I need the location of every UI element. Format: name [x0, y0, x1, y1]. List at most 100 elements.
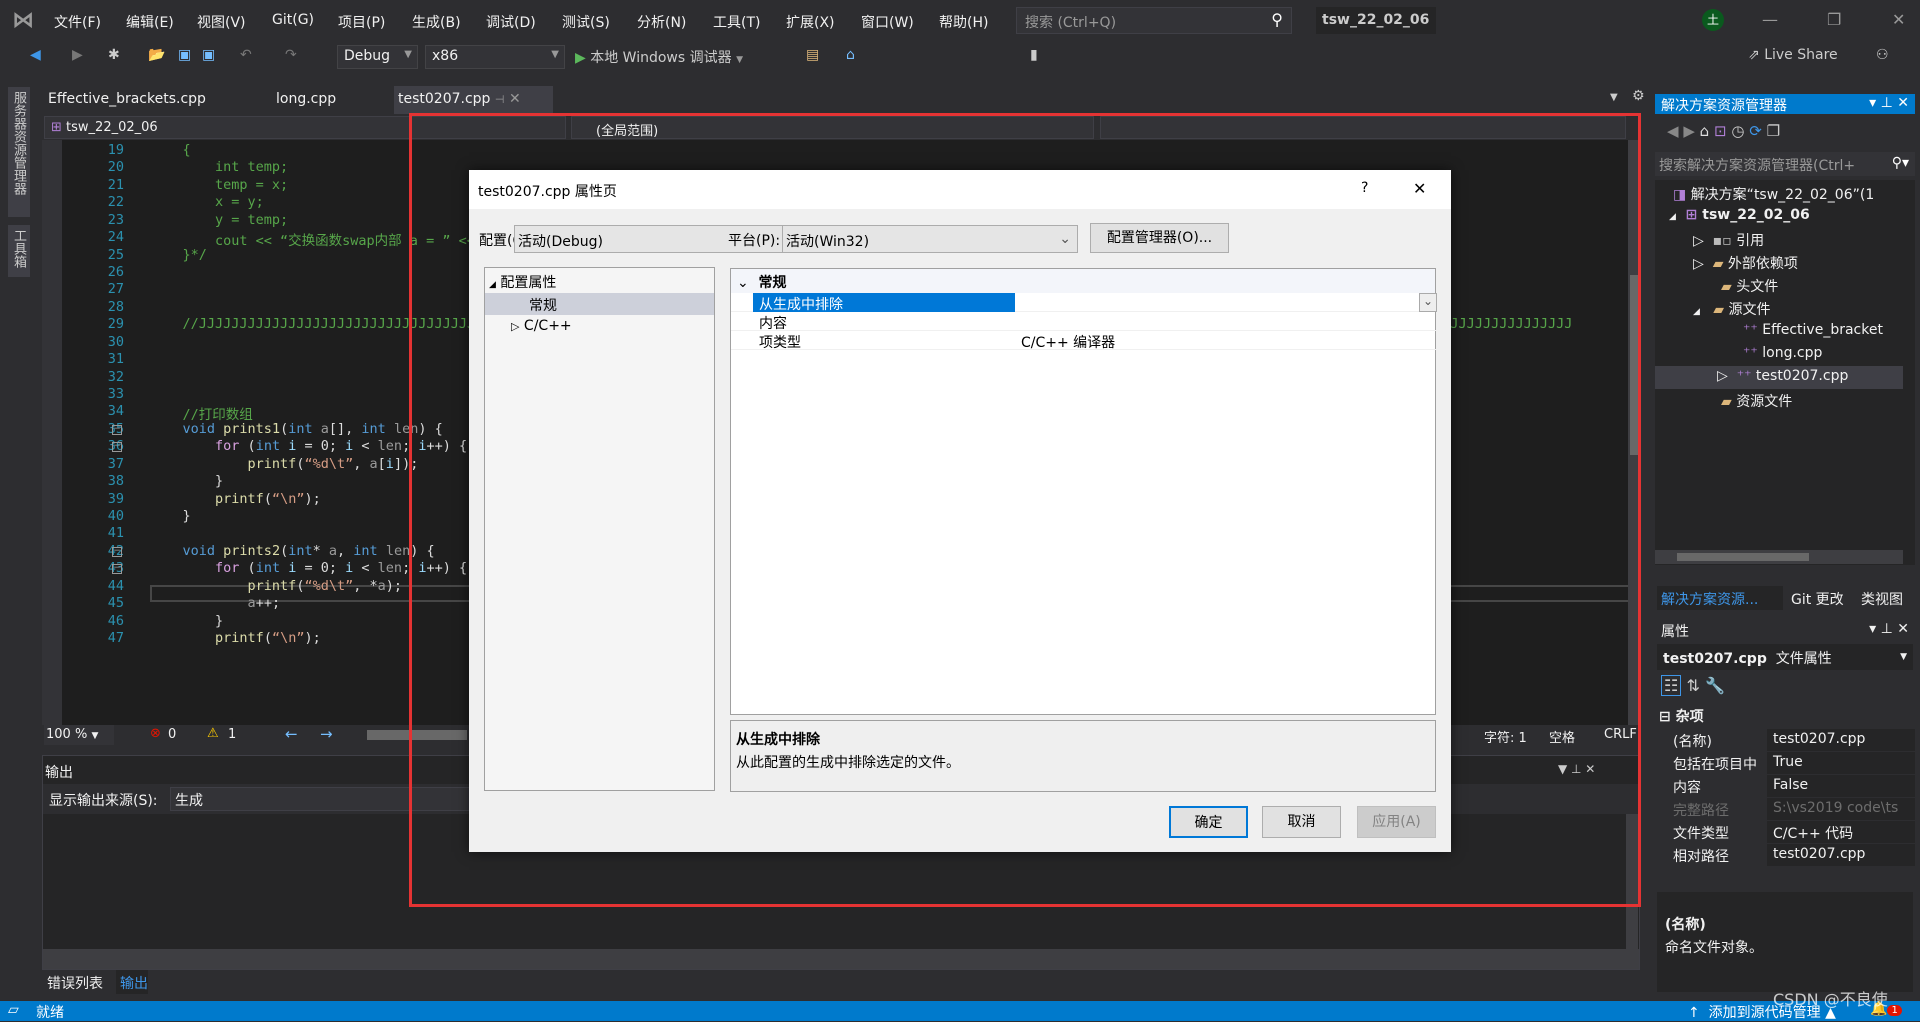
config-manager-button[interactable]: 配置管理器(O)... — [1090, 223, 1229, 253]
output-vertical-scrollbar[interactable] — [1626, 814, 1638, 949]
property-row[interactable]: 文件类型 C/C++ 代码 — [1669, 821, 1915, 844]
alphabetical-icon[interactable]: ⇅ — [1686, 676, 1699, 695]
menu-build[interactable]: 生成(B) — [412, 12, 461, 32]
tree-horizontal-scrollbar[interactable] — [1655, 550, 1903, 564]
dialog-close-icon[interactable]: ✕ — [1413, 179, 1426, 198]
fold-toggle-icon[interactable]: − — [112, 546, 122, 557]
tab-long[interactable]: long.cpp — [272, 86, 340, 114]
indent-mode[interactable]: 空格 — [1549, 727, 1575, 746]
minimize-icon[interactable]: — — [1762, 10, 1778, 29]
bookmark-icon[interactable]: ▮ — [1030, 47, 1038, 63]
arrow-left-icon[interactable]: ← — [285, 725, 298, 743]
close-tab-icon[interactable]: ✕ — [509, 91, 521, 107]
property-row[interactable]: (名称) test0207.cpp — [1669, 729, 1915, 752]
menu-tools[interactable]: 工具(T) — [713, 12, 760, 32]
tree-cpp[interactable]: ▷ C/C++ — [511, 318, 572, 334]
config-dropdown[interactable]: Debug ▼ — [337, 45, 418, 69]
tree-item-project[interactable]: ◢ ⊞ tsw_22_02_06 — [1669, 207, 1810, 223]
menu-extensions[interactable]: 扩展(X) — [786, 12, 835, 32]
solution-search-input[interactable]: 搜索解决方案资源管理器(Ctrl+ ⚲▾ — [1655, 152, 1915, 176]
tree-item-references[interactable]: ▷ ▪▫ 引用 — [1693, 230, 1764, 250]
search-input[interactable]: 搜索 (Ctrl+Q) ⚲ — [1016, 7, 1292, 34]
tree-item-resource-files[interactable]: ▰ 资源文件 — [1721, 391, 1792, 411]
tree-item-solution[interactable]: ◨ 解决方案“tsw_22_02_06”(1 — [1673, 184, 1874, 204]
grid-row[interactable]: 从生成中排除 ⌄ — [731, 293, 1437, 313]
tab-output[interactable]: 输出 — [116, 970, 148, 994]
tab-git-changes[interactable]: Git 更改 — [1791, 589, 1844, 609]
property-row[interactable]: 内容 False — [1669, 775, 1915, 798]
menu-file[interactable]: 文件(F) — [54, 12, 101, 32]
tree-item-external-deps[interactable]: ▷ ▰ 外部依赖项 — [1693, 253, 1798, 273]
redo-icon[interactable]: ↷ — [285, 47, 297, 63]
output-horizontal-scrollbar[interactable] — [43, 949, 1639, 969]
tab-error-list[interactable]: 错误列表 — [47, 973, 103, 993]
scope-dropdown[interactable]: (全局范围) — [571, 116, 1094, 139]
menu-help[interactable]: 帮助(H) — [939, 12, 988, 32]
tree-item-long[interactable]: ⁺⁺ long.cpp — [1743, 345, 1822, 361]
menu-analyze[interactable]: 分析(N) — [637, 12, 686, 32]
tree-item-test0207[interactable]: ▷ ⁺⁺ test0207.cpp — [1717, 368, 1848, 384]
grid-row[interactable]: 项类型 C/C++ 编译器 — [731, 331, 1437, 351]
fold-toggle-icon[interactable]: − — [112, 442, 122, 453]
save-all-icon[interactable]: ▣ — [202, 47, 215, 63]
error-count[interactable]: 0 — [168, 727, 176, 742]
help-button[interactable]: ? — [1361, 180, 1368, 196]
start-debug-button[interactable]: ▶ 本地 Windows 调试器 ▼ — [575, 47, 743, 67]
avatar[interactable]: 土 — [1702, 9, 1724, 31]
forward-icon[interactable]: ▶ — [1683, 122, 1695, 140]
dialog-platform-dropdown[interactable]: 活动(Win32) ⌄ — [782, 225, 1078, 253]
forward-icon[interactable]: ▶ — [72, 47, 83, 63]
panel-controls-icon[interactable]: ▾ ⊥ ✕ — [1869, 95, 1909, 111]
home-icon[interactable]: ⌂ — [846, 47, 855, 63]
menu-debug[interactable]: 调试(D) — [486, 12, 536, 32]
tab-test0207[interactable]: test0207.cpp ⊣ ✕ — [394, 86, 553, 114]
platform-dropdown[interactable]: x86 ▼ — [425, 45, 565, 69]
property-row[interactable]: 相对路径 test0207.cpp — [1669, 844, 1915, 867]
cancel-button[interactable]: 取消 — [1262, 806, 1341, 838]
warning-icon[interactable]: ⚠ — [207, 726, 219, 741]
menu-git[interactable]: Git(G) — [272, 12, 314, 28]
zoom-dropdown[interactable]: 100 % ▼ — [44, 725, 114, 745]
menu-window[interactable]: 窗口(W) — [861, 12, 914, 32]
menu-project[interactable]: 项目(P) — [338, 12, 385, 32]
undo-icon[interactable]: ↶ — [240, 47, 252, 63]
panel-menu-icon[interactable]: ▼ ⊥ ✕ — [1558, 762, 1595, 776]
tab-solution-explorer[interactable]: 解决方案资源... — [1657, 586, 1783, 610]
back-icon[interactable]: ◀ — [1667, 122, 1679, 140]
history-icon[interactable]: ◷ — [1731, 122, 1744, 140]
tab-list-icon[interactable]: ▼ — [1610, 92, 1618, 103]
property-row[interactable]: 完整路径 S:\vs2019 code\ts — [1669, 798, 1915, 821]
categorized-icon[interactable]: ☷ — [1661, 675, 1682, 696]
toolbox-tab[interactable]: 工具箱 — [8, 225, 30, 277]
editor-scroll-thumb[interactable] — [1630, 275, 1638, 455]
line-ending[interactable]: CRLF — [1604, 727, 1637, 742]
switch-views-icon[interactable]: ⊡ — [1714, 122, 1727, 140]
collapse-all-icon[interactable]: ❐ — [1767, 122, 1780, 140]
back-icon[interactable]: ◀ — [30, 47, 41, 63]
project-dropdown[interactable]: ⊞ tsw_22_02_06 — [44, 116, 566, 139]
chevron-down-icon[interactable]: ⌄ — [1419, 293, 1437, 312]
ok-button[interactable]: 确定 — [1169, 806, 1248, 838]
grid-property-value[interactable] — [1017, 293, 1025, 295]
tab-effective-brackets[interactable]: Effective_brackets.cpp — [44, 86, 210, 114]
fold-toggle-icon[interactable]: − — [112, 424, 122, 435]
server-explorer-tab[interactable]: 服务器资源管理器 — [8, 87, 30, 217]
open-file-icon[interactable]: 📂 — [148, 47, 165, 63]
pin-icon[interactable]: ⊣ — [495, 93, 505, 106]
property-pages-icon[interactable]: 🔧 — [1705, 676, 1725, 695]
apply-button[interactable]: 应用(A) — [1357, 806, 1436, 838]
error-icon[interactable]: ⊗ — [150, 726, 161, 741]
properties-object-dropdown[interactable]: test0207.cpp 文件属性 ▼ — [1657, 644, 1913, 670]
new-project-icon[interactable]: ✱ — [108, 47, 120, 63]
member-dropdown[interactable] — [1100, 116, 1626, 139]
menu-test[interactable]: 测试(S) — [562, 12, 610, 32]
category-misc[interactable]: ⊟ 杂项 — [1659, 706, 1704, 726]
gear-icon[interactable]: ⚙ — [1632, 88, 1645, 104]
tree-item-source-files[interactable]: ◢ ▰ 源文件 — [1693, 299, 1771, 319]
arrow-right-icon[interactable]: → — [320, 725, 333, 743]
panel-controls-icon[interactable]: ▾ ⊥ ✕ — [1869, 621, 1909, 637]
property-row[interactable]: 包括在项目中 True — [1669, 752, 1915, 775]
menu-edit[interactable]: 编辑(E) — [126, 12, 174, 32]
live-share-button[interactable]: ⇗ Live Share — [1748, 47, 1838, 63]
close-icon[interactable]: ✕ — [1892, 10, 1905, 29]
